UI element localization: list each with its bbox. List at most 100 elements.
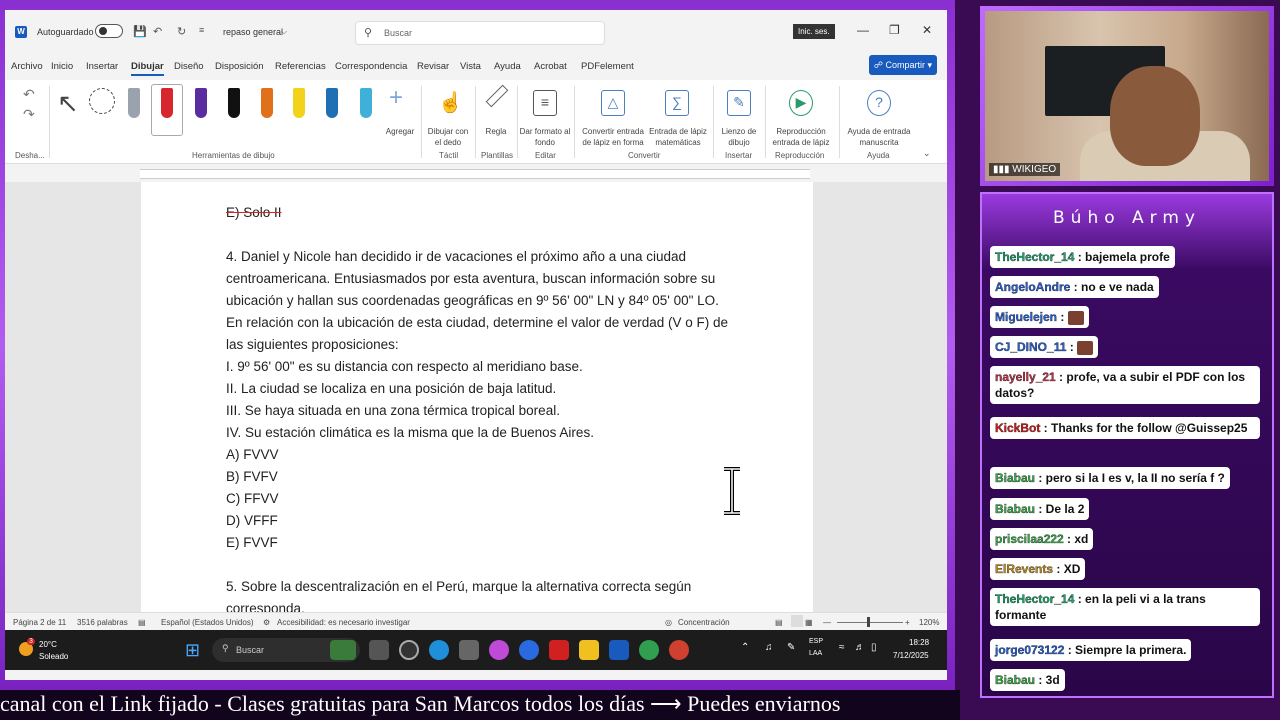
ruler-label[interactable]: Regla: [479, 126, 513, 137]
draw-with-finger-label[interactable]: Dibujar con el dedo: [425, 126, 471, 148]
eraser-icon[interactable]: [128, 88, 140, 118]
ink-replay-icon[interactable]: ▶: [789, 90, 813, 116]
tab-revisar[interactable]: Revisar: [417, 61, 449, 72]
print-layout-icon[interactable]: [791, 615, 803, 627]
calculator-icon[interactable]: [459, 640, 479, 660]
tab-disposicion[interactable]: Disposición: [215, 61, 264, 72]
chat-username[interactable]: TheHector_14: [995, 250, 1075, 264]
chat-username[interactable]: KickBot: [995, 421, 1041, 435]
ink-help-label[interactable]: Ayuda de entrada manuscrita: [843, 126, 915, 148]
tab-pdfelement[interactable]: PDFelement: [581, 61, 634, 72]
edge-icon[interactable]: [429, 640, 449, 660]
lasso-icon[interactable]: [89, 88, 115, 114]
app-red-icon[interactable]: [669, 640, 689, 660]
red-pen-icon[interactable]: [161, 88, 173, 118]
chat-username[interactable]: Miguelejen: [995, 310, 1057, 324]
chat-username[interactable]: CJ_DINO_11: [995, 340, 1067, 354]
proofing-icon[interactable]: ▤: [138, 618, 146, 627]
minimize-button[interactable]: —: [857, 23, 869, 37]
chat-username[interactable]: AngeloAndre: [995, 280, 1071, 294]
tab-ayuda[interactable]: Ayuda: [494, 61, 521, 72]
ruler-icon[interactable]: [485, 84, 509, 108]
select-arrow-icon[interactable]: ↖: [57, 88, 79, 119]
file-explorer-icon[interactable]: [579, 640, 599, 660]
accessibility-status[interactable]: Accesibilidad: es necesario investigar: [277, 618, 410, 627]
web-layout-icon[interactable]: ▦: [805, 618, 813, 627]
tab-vista[interactable]: Vista: [460, 61, 481, 72]
clock-time[interactable]: 18:28: [909, 638, 929, 647]
redo-icon[interactable]: ↻: [177, 25, 186, 38]
customize-qat-icon[interactable]: ≡: [199, 25, 204, 35]
tab-inicio[interactable]: Inicio: [51, 61, 73, 72]
chat-username[interactable]: Biabau: [995, 673, 1035, 687]
yellow-highlighter-icon[interactable]: [293, 88, 305, 118]
convert-ink-shape-label[interactable]: Convertir entrada de lápiz en forma: [579, 126, 647, 148]
save-icon[interactable]: 💾: [133, 25, 147, 38]
document-page[interactable]: E) Solo II 4. Daniel y Nicole han decidi…: [141, 182, 813, 612]
ink-replay-label[interactable]: Reproducción entrada de lápiz: [767, 126, 835, 148]
zoom-out-icon[interactable]: —: [823, 618, 831, 627]
redo-icon[interactable]: ↷: [23, 106, 35, 123]
document-name[interactable]: repaso general: [223, 27, 283, 37]
battery-icon[interactable]: ▯: [871, 642, 877, 653]
focus-mode[interactable]: Concentración: [678, 618, 730, 627]
drawing-canvas-label[interactable]: Lienzo de dibujo: [717, 126, 761, 148]
app-icon[interactable]: [399, 640, 419, 660]
purple-pen-icon[interactable]: [195, 88, 207, 118]
input-language-1[interactable]: ESP: [809, 638, 823, 645]
chat-username[interactable]: ElRevents: [995, 562, 1053, 576]
autosave-toggle[interactable]: [95, 24, 123, 38]
chat-username[interactable]: priscilaa222: [995, 532, 1064, 546]
page-count[interactable]: Página 2 de 11: [13, 618, 66, 627]
word-count[interactable]: 3516 palabras: [77, 618, 128, 627]
cyan-highlighter-icon[interactable]: [360, 88, 372, 118]
convert-ink-shape-icon[interactable]: △: [601, 90, 625, 116]
task-view-icon[interactable]: [369, 640, 389, 660]
format-background-label[interactable]: Dar formato al fondo: [519, 126, 571, 148]
tab-insertar[interactable]: Insertar: [86, 61, 118, 72]
share-button[interactable]: ☍ Compartir ▾: [869, 55, 937, 75]
signin-button[interactable]: Inic. ses.: [793, 24, 835, 39]
tab-archivo[interactable]: Archivo: [11, 61, 43, 72]
tab-referencias[interactable]: Referencias: [275, 61, 326, 72]
zoom-level[interactable]: 120%: [919, 618, 939, 627]
drawing-canvas-icon[interactable]: ✎: [727, 90, 751, 116]
chat-username[interactable]: Biabau: [995, 502, 1035, 516]
search-box[interactable]: ⚲ Buscar: [355, 21, 605, 45]
orange-pen-icon[interactable]: [261, 88, 273, 118]
zoom-in-icon[interactable]: +: [905, 618, 910, 627]
close-button[interactable]: ✕: [922, 23, 932, 37]
zoom-icon[interactable]: [519, 640, 539, 660]
document-area[interactable]: E) Solo II 4. Daniel y Nicole han decidi…: [5, 182, 947, 612]
zoom-slider-thumb[interactable]: [867, 617, 870, 627]
chat-username[interactable]: Biabau: [995, 471, 1035, 485]
chat-username[interactable]: TheHector_14: [995, 592, 1075, 606]
tray-chevron-icon[interactable]: ⌃: [741, 642, 749, 653]
word-taskbar-icon[interactable]: [609, 640, 629, 660]
format-background-icon[interactable]: ≡: [533, 90, 557, 116]
tab-correspondencia[interactable]: Correspondencia: [335, 61, 407, 72]
tab-acrobat[interactable]: Acrobat: [534, 61, 567, 72]
windows-start-icon[interactable]: ⊞: [185, 640, 200, 661]
wifi-icon[interactable]: ≈: [839, 642, 845, 653]
temperature[interactable]: 20°C: [39, 640, 57, 649]
read-mode-icon[interactable]: ▤: [775, 618, 783, 627]
black-pen-icon[interactable]: [228, 88, 240, 118]
add-pen-icon[interactable]: +: [389, 84, 403, 112]
volume-icon[interactable]: ♬: [855, 642, 865, 653]
language[interactable]: Español (Estados Unidos): [161, 618, 254, 627]
copilot-icon[interactable]: [489, 640, 509, 660]
chrome-icon[interactable]: [639, 640, 659, 660]
mic-icon[interactable]: ♫: [765, 642, 773, 653]
ink-help-icon[interactable]: ?: [867, 90, 891, 116]
chat-username[interactable]: jorge073122: [995, 643, 1065, 657]
math-ink-label[interactable]: Entrada de lápiz matemáticas: [647, 126, 709, 148]
add-pen-label[interactable]: Agregar: [380, 126, 420, 137]
chat-username[interactable]: nayelly_21: [995, 370, 1056, 384]
clock-date[interactable]: 7/12/2025: [893, 651, 929, 660]
undo-icon[interactable]: ↶: [23, 86, 35, 103]
weather-condition[interactable]: Soleado: [39, 652, 68, 661]
horizontal-ruler[interactable]: [5, 166, 947, 182]
input-language-2[interactable]: LAA: [809, 650, 822, 657]
restore-button[interactable]: ❐: [889, 23, 900, 37]
